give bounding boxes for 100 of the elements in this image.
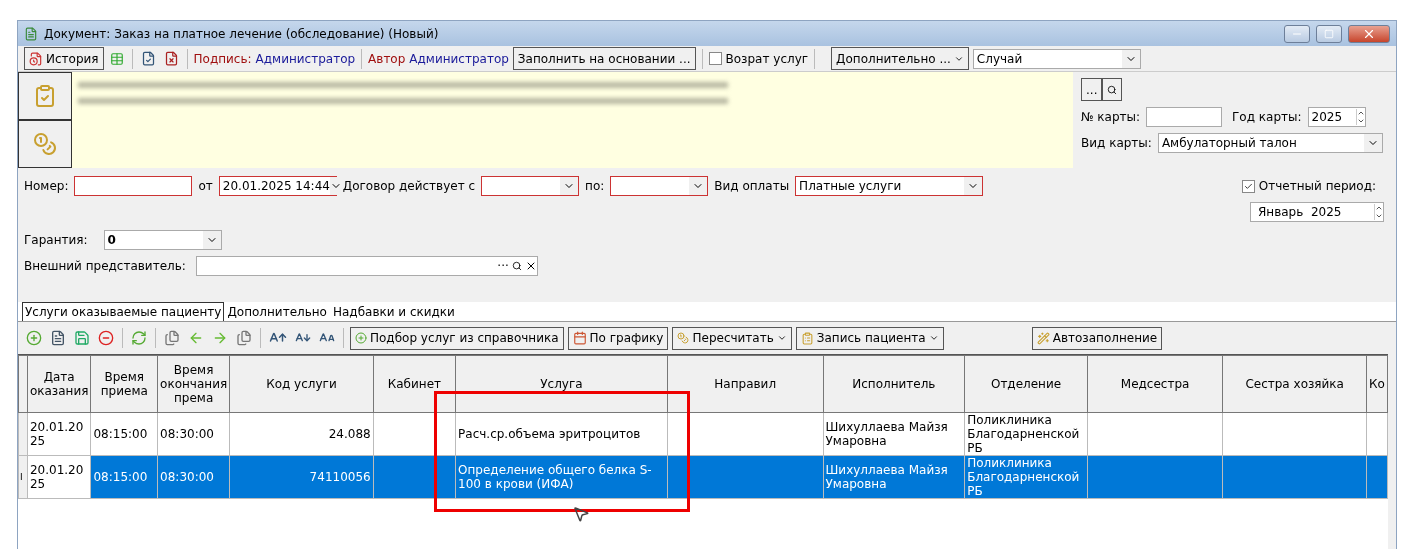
- search-button[interactable]: [1102, 78, 1123, 101]
- close-button[interactable]: [1348, 24, 1390, 43]
- number-field[interactable]: [74, 176, 193, 196]
- clipboard-check-button[interactable]: [18, 72, 72, 120]
- signature-value: Администратор: [255, 51, 356, 66]
- table-cell: Шихуллаева Майзя Умаровна: [823, 412, 965, 456]
- autofill-button[interactable]: Автозаполнение: [1031, 326, 1163, 350]
- return-checkbox[interactable]: Возрат услуг: [708, 51, 809, 66]
- column-header: Отделение: [964, 355, 1088, 413]
- table-cell: Шихуллаева Майзя Умаровна: [823, 455, 965, 499]
- table-cell: 08:30:00: [157, 455, 230, 499]
- window-title: Документ: Заказ на платное лечение (обследование) (Новый): [44, 26, 440, 41]
- table-cell: 20.01.2025: [27, 412, 91, 456]
- number-label: Номер:: [24, 179, 69, 193]
- minimize-button[interactable]: [1284, 24, 1310, 43]
- payment-label: Вид оплаты: [714, 179, 790, 193]
- card-type-select[interactable]: Амбулаторный талон: [1157, 133, 1383, 153]
- contract-end-field[interactable]: [610, 176, 709, 196]
- caret-icon: [776, 333, 787, 343]
- signature-label: Подпись:: [193, 51, 252, 66]
- column-header: Время окончания према: [157, 355, 230, 413]
- schedule-button[interactable]: По графику: [567, 326, 669, 350]
- browse-button[interactable]: ...: [1081, 78, 1103, 101]
- column-header: Направил: [667, 355, 824, 413]
- cursor-icon: [572, 505, 590, 523]
- document-icon: [50, 330, 66, 346]
- table-cell: Определение общего белка S-100 в крови (ИФА): [455, 455, 668, 499]
- copy-icon: [164, 330, 180, 346]
- paste-button[interactable]: [234, 328, 254, 348]
- card-year-label: Год карты:: [1232, 110, 1302, 124]
- column-header: Время приема: [90, 355, 158, 413]
- table-cell: 08:15:00: [90, 455, 158, 499]
- table-icon: [109, 51, 124, 66]
- guarantee-select[interactable]: 0: [103, 230, 222, 250]
- plus-icon: [26, 330, 42, 346]
- column-header: Исполнитель: [823, 355, 965, 413]
- spin-down-icon: [1375, 212, 1383, 220]
- guarantee-label: Гарантия:: [24, 233, 88, 247]
- author-label: Автор: [368, 51, 406, 66]
- spin-up-icon: [1375, 204, 1383, 212]
- document-delete-icon: [163, 51, 179, 66]
- table-cell: Поликлиника Благодарненской РБ: [964, 412, 1088, 456]
- card-type-label: Вид карты:: [1081, 136, 1152, 150]
- clipboard-check-icon: [33, 84, 57, 108]
- table-cell: Расч.ср.объема эритроцитов: [455, 412, 668, 456]
- column-header: Кабинет: [373, 355, 456, 413]
- table-cell: Поликлиника Благодарненской РБ: [964, 455, 1088, 499]
- coins-button[interactable]: [18, 120, 72, 168]
- contract-label: Договор действует с: [342, 179, 476, 193]
- coins-icon: [677, 332, 690, 344]
- search-icon: [1107, 84, 1118, 95]
- card-number-label: № карты:: [1081, 110, 1141, 124]
- pick-services-button[interactable]: Подбор услуг из справочника: [350, 326, 564, 350]
- table-cell: 08:15:00: [90, 412, 158, 456]
- refresh-button[interactable]: [129, 328, 149, 348]
- history-button[interactable]: История: [24, 47, 104, 70]
- row-marker: I: [18, 455, 28, 499]
- column-header: Дата оказания: [27, 355, 91, 413]
- column-header: Сестра хозяйка: [1222, 355, 1367, 413]
- maximize-button[interactable]: [1316, 24, 1342, 43]
- table-cell: 24.088: [229, 412, 374, 456]
- copy-icon: [236, 330, 252, 346]
- search-icon: [511, 261, 522, 271]
- copy-button[interactable]: [162, 328, 182, 348]
- contract-start-field[interactable]: [481, 176, 580, 196]
- wand-icon: [1036, 331, 1050, 345]
- plus-icon: [355, 332, 367, 344]
- column-header: Медсестра: [1087, 355, 1223, 413]
- check-icon: [1243, 181, 1253, 191]
- spin-up-icon: [1356, 109, 1365, 117]
- caret-icon: [928, 333, 939, 343]
- spin-down-icon: [1356, 117, 1365, 125]
- recalculate-button[interactable]: Пересчитать: [672, 326, 792, 350]
- calendar-icon: [572, 331, 587, 345]
- table-cell: 08:30:00: [157, 412, 230, 456]
- document-icon: [24, 26, 38, 41]
- tab[interactable]: Услуги оказываемые пациенту: [22, 302, 225, 321]
- minus-icon: [98, 330, 114, 346]
- maximize-icon: [1324, 28, 1334, 39]
- representative-label: Внешний представитель:: [24, 259, 186, 273]
- patient-record-button[interactable]: Запись пациента: [795, 326, 944, 350]
- representative-field[interactable]: ···: [195, 256, 538, 276]
- column-header: Услуга: [455, 355, 668, 413]
- delete-button[interactable]: [96, 328, 116, 348]
- document-check-icon: [140, 51, 156, 66]
- payment-select[interactable]: Платные услуги: [795, 176, 984, 196]
- more-button[interactable]: Дополнительно ...: [831, 47, 969, 70]
- from-label: от: [198, 179, 213, 193]
- period-field[interactable]: Январь 2025: [1250, 202, 1384, 222]
- card-number-field[interactable]: [1146, 107, 1223, 127]
- table-cell: 20.01.2025: [27, 455, 91, 499]
- fill-based-on-button[interactable]: Заполнить на основании ...: [512, 47, 696, 70]
- to-label: по:: [585, 179, 605, 193]
- clipboard-icon: [800, 331, 814, 345]
- card-year-field[interactable]: 2025: [1307, 107, 1366, 127]
- case-select[interactable]: Случай: [972, 48, 1141, 69]
- column-header: Ко: [1366, 355, 1388, 413]
- coins-icon: [33, 132, 57, 156]
- period-checkbox[interactable]: Отчетный период:: [1241, 179, 1376, 193]
- table-cell: 74110056: [229, 455, 374, 499]
